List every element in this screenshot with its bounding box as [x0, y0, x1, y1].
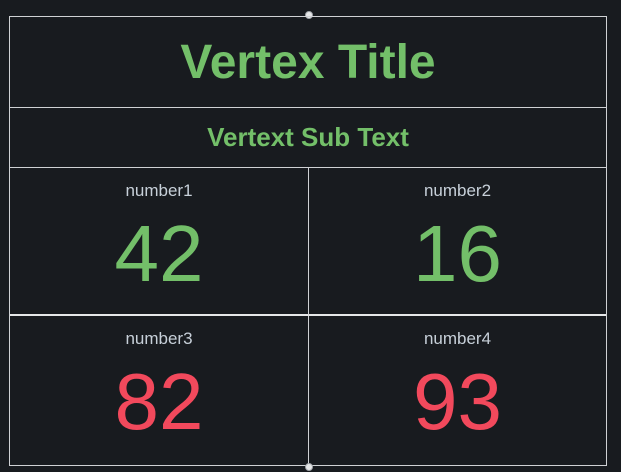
- metric-cell-number4: number4 93: [309, 316, 606, 465]
- panel-title: Vertex Title: [180, 35, 436, 89]
- title-row: Vertex Title: [10, 17, 606, 108]
- metrics-grid: number1 42 number2 16 number3 82 number4…: [10, 168, 606, 465]
- resize-handle-bottom[interactable]: [305, 463, 313, 471]
- subtitle-row: Vertext Sub Text: [10, 108, 606, 168]
- metric-label: number1: [125, 181, 193, 200]
- metric-cell-number2: number2 16: [309, 168, 606, 316]
- metric-label: number4: [423, 329, 492, 348]
- metric-value: 93: [413, 357, 502, 446]
- metric-label: number3: [125, 329, 193, 348]
- metric-value: 42: [114, 209, 204, 298]
- metric-cell-number1: number1 42: [10, 168, 309, 316]
- panel-subtitle: Vertext Sub Text: [207, 122, 409, 152]
- metric-value: 16: [413, 209, 502, 298]
- metric-label: number2: [423, 181, 492, 200]
- vertex-panel: Vertex Title Vertext Sub Text number1 42…: [9, 16, 607, 466]
- metric-cell-number3: number3 82: [10, 316, 309, 465]
- metric-value: 82: [114, 357, 204, 446]
